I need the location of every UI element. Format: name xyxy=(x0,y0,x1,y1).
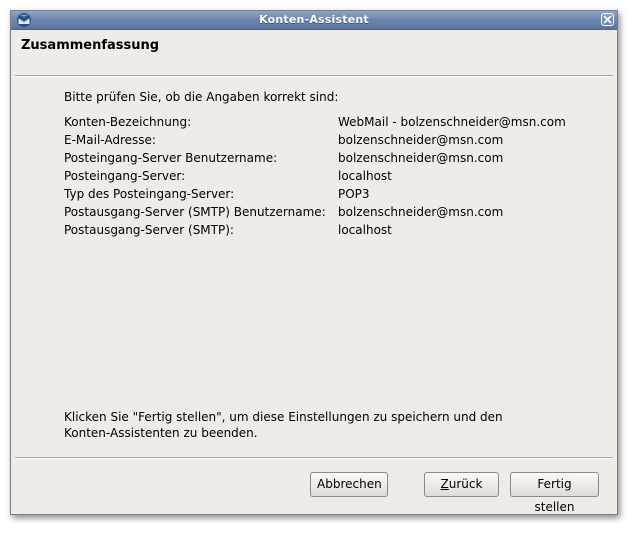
summary-row-email: E-Mail-Adresse: bolzenschneider@msn.com xyxy=(64,133,584,151)
summary-list: Konten-Bezeichnung: WebMail - bolzenschn… xyxy=(64,115,584,241)
summary-row-account-name: Konten-Bezeichnung: WebMail - bolzenschn… xyxy=(64,115,584,133)
summary-label: Posteingang-Server: xyxy=(64,169,186,183)
finish-instructions-line: Konten-Assistenten zu beenden. xyxy=(64,426,258,440)
summary-value: POP3 xyxy=(338,187,370,201)
cancel-button[interactable]: Abbrechen xyxy=(310,472,388,497)
summary-label: E-Mail-Adresse: xyxy=(64,133,156,147)
summary-label: Posteingang-Server Benutzername: xyxy=(64,151,278,165)
summary-label: Konten-Bezeichnung: xyxy=(64,115,192,129)
summary-value: localhost xyxy=(338,169,392,183)
finish-instructions-line: Klicken Sie "Fertig stellen", um diese E… xyxy=(64,410,503,424)
footer-divider xyxy=(15,457,613,459)
summary-label: Typ des Posteingang-Server: xyxy=(64,187,235,201)
summary-row-incoming-server: Posteingang-Server: localhost xyxy=(64,169,584,187)
summary-value: localhost xyxy=(338,223,392,237)
summary-row-incoming-type: Typ des Posteingang-Server: POP3 xyxy=(64,187,584,205)
window-title: Konten-Assistent xyxy=(259,13,369,26)
intro-text: Bitte prüfen Sie, ob die Angaben korrekt… xyxy=(64,90,339,104)
summary-label: Postausgang-Server (SMTP) Benutzername: xyxy=(64,205,326,219)
summary-value: bolzenschneider@msn.com xyxy=(338,151,504,165)
summary-row-outgoing-server: Postausgang-Server (SMTP): localhost xyxy=(64,223,584,241)
summary-label: Postausgang-Server (SMTP): xyxy=(64,223,234,237)
back-button[interactable]: Zurück xyxy=(424,472,499,497)
account-wizard-window: Konten-Assistent Zusammenfassung Bitte p… xyxy=(10,10,618,515)
close-icon[interactable] xyxy=(601,13,614,26)
summary-value: bolzenschneider@msn.com xyxy=(338,205,504,219)
back-button-mnemonic: Z xyxy=(440,477,449,491)
summary-row-incoming-username: Posteingang-Server Benutzername: bolzens… xyxy=(64,151,584,169)
summary-row-outgoing-username: Postausgang-Server (SMTP) Benutzername: … xyxy=(64,205,584,223)
page-title: Zusammenfassung xyxy=(21,38,160,53)
back-button-label: urück xyxy=(448,477,483,491)
summary-value: WebMail - bolzenschneider@msn.com xyxy=(338,115,566,129)
finish-instructions: Klicken Sie "Fertig stellen", um diese E… xyxy=(64,409,564,441)
header-divider xyxy=(15,75,613,77)
finish-button[interactable]: Fertig stellen xyxy=(510,472,599,514)
titlebar[interactable]: Konten-Assistent xyxy=(11,11,617,30)
summary-value: bolzenschneider@msn.com xyxy=(338,133,504,147)
